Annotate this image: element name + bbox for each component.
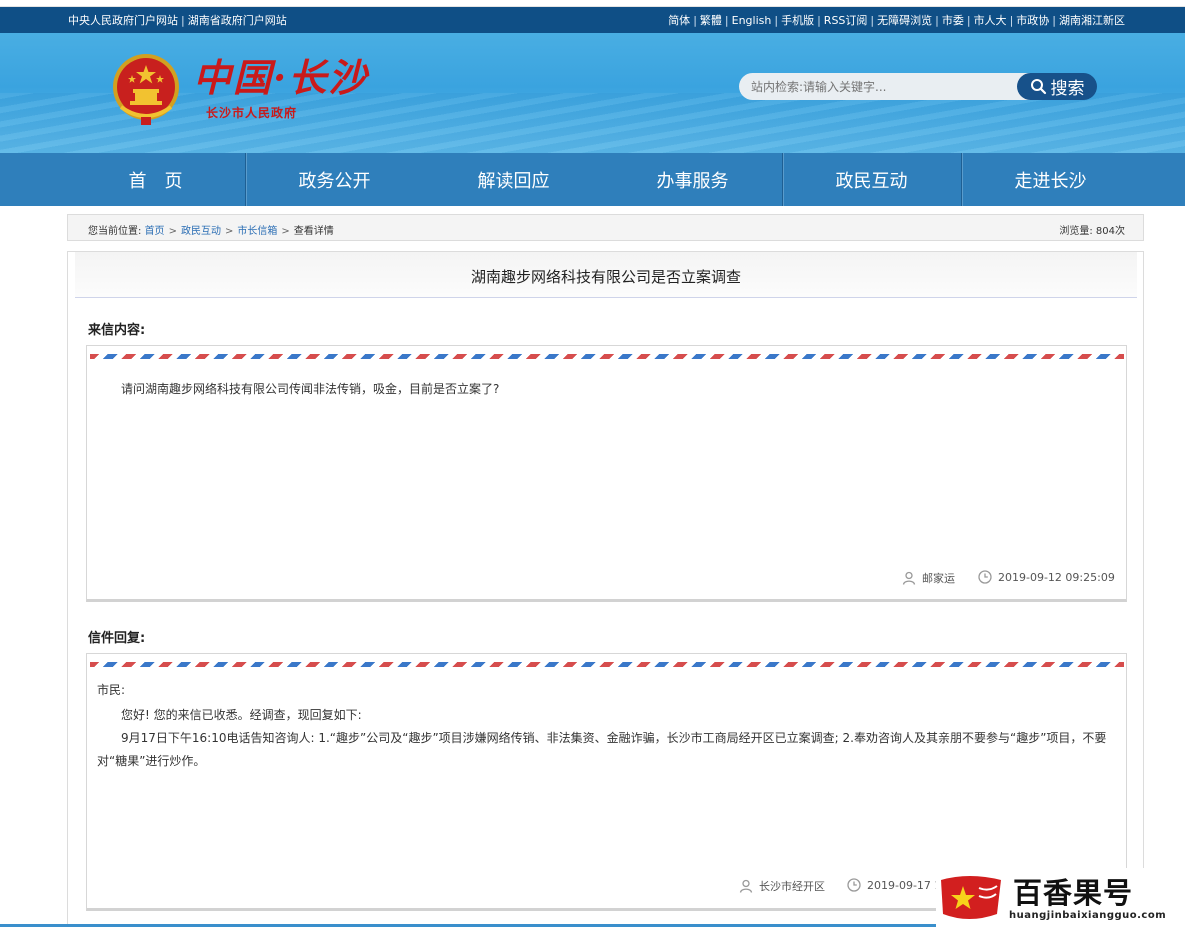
- search-button-label: 搜索: [1050, 79, 1085, 99]
- link-accessibility[interactable]: 无障碍浏览: [877, 14, 932, 27]
- search-icon: [1030, 79, 1046, 95]
- top-left-links: 中央人民政府门户网站 | 湖南省政府门户网站: [68, 14, 287, 27]
- link-cppcc[interactable]: 市政协: [1016, 14, 1049, 27]
- reply-author: 长沙市经开区: [739, 878, 825, 894]
- letter-time: 2019-09-12 09:25:09: [978, 570, 1115, 584]
- breadcrumb: 您当前位置: 首页 > 政民互动 > 市长信箱 > 查看详情 浏览量: 804次: [67, 214, 1144, 241]
- letter-content-label: 来信内容:: [88, 323, 146, 338]
- logo-calligraphy-title: 中国·长沙: [193, 55, 369, 100]
- letter-author: 邮家运: [902, 570, 955, 586]
- watermark-badge: 百香果号 huangjinbaixiangguo.com: [936, 868, 1185, 927]
- letter-content-text: 请问湖南趣步网络科技有限公司传闻非法传销，吸金，目前是否立案了?: [121, 382, 500, 396]
- nav-item-interaction[interactable]: 政民互动: [782, 153, 961, 206]
- letter-detail-panel: 湖南趣步网络科技有限公司是否立案调查 来信内容: 请问湖南趣步网络科技有限公司传…: [67, 251, 1144, 927]
- reply-line-1: 您好! 您的来信已收悉。经调查，现回复如下:: [121, 708, 362, 722]
- view-count: 浏览量: 804次: [1059, 226, 1125, 237]
- breadcrumb-prefix: 您当前位置:: [88, 226, 142, 237]
- logo-subtitle: 长沙市人民政府: [206, 106, 298, 120]
- top-right-links: 简体 | 繁體 | English | 手机版 | RSS订阅 | 无障碍浏览 | 市委 | 市人大 | 市政协…: [668, 14, 1125, 27]
- chevron-right-icon: >: [168, 226, 177, 237]
- airmail-stripe: [90, 662, 1124, 667]
- link-xiangjiang[interactable]: 湖南湘江新区: [1059, 14, 1125, 27]
- browser-top-strip: [0, 0, 1185, 7]
- breadcrumb-trail: 您当前位置: 首页 > 政民互动 > 市长信箱 > 查看详情: [88, 222, 334, 237]
- nav-item-gov-affairs[interactable]: 政务公开: [245, 153, 424, 206]
- link-english[interactable]: English: [732, 14, 772, 27]
- star-flag-logo-icon: [941, 876, 1001, 919]
- link-traditional[interactable]: 繁體: [700, 14, 722, 27]
- chevron-right-icon: >: [281, 226, 290, 237]
- link-party-committee[interactable]: 市委: [942, 14, 964, 27]
- breadcrumb-link-home[interactable]: 首页: [145, 226, 165, 237]
- link-mobile[interactable]: 手机版: [781, 14, 814, 27]
- user-icon: [739, 879, 753, 893]
- link-hunan-gov[interactable]: 湖南省政府门户网站: [188, 14, 287, 27]
- clock-icon: [847, 878, 861, 892]
- link-simplified[interactable]: 简体: [668, 14, 690, 27]
- user-icon: [902, 571, 916, 585]
- breadcrumb-link-interaction[interactable]: 政民互动: [181, 226, 221, 237]
- clock-icon: [978, 570, 992, 584]
- airmail-stripe: [90, 354, 1124, 359]
- reply-label: 信件回复:: [88, 631, 146, 646]
- reply-time: 2019-09-17 17: [847, 878, 948, 892]
- site-search: 搜索: [739, 73, 1097, 100]
- search-input[interactable]: [739, 73, 1035, 100]
- nav-item-interpretation[interactable]: 解读回应: [424, 153, 603, 206]
- nav-item-about-changsha[interactable]: 走进长沙: [961, 153, 1140, 206]
- watermark-title: 百香果号: [1013, 876, 1134, 910]
- nav-item-services[interactable]: 办事服务: [603, 153, 782, 206]
- letter-content-box: 请问湖南趣步网络科技有限公司传闻非法传销，吸金，目前是否立案了? 邮家运 201…: [86, 345, 1127, 602]
- link-rss[interactable]: RSS订阅: [824, 14, 868, 27]
- search-button[interactable]: 搜索: [1017, 73, 1097, 100]
- link-npc[interactable]: 市人大: [974, 14, 1007, 27]
- letter-time-text: 2019-09-12 09:25:09: [998, 570, 1115, 584]
- reply-line-2: 9月17日下午16:10电话告知咨询人: 1.“趣步”公司及“趣步”项目涉嫌网络…: [97, 731, 1107, 768]
- breadcrumb-link-mayor-mailbox[interactable]: 市长信箱: [237, 226, 277, 237]
- letter-title-bar: 湖南趣步网络科技有限公司是否立案调查: [75, 252, 1137, 298]
- header-banner: 中国·长沙 长沙市人民政府 搜索: [0, 33, 1185, 153]
- breadcrumb-current: 查看详情: [293, 226, 334, 237]
- top-link-bar: 中央人民政府门户网站 | 湖南省政府门户网站 简体 | 繁體 | English | 手机版 | R…: [0, 7, 1185, 33]
- chevron-right-icon: >: [224, 226, 234, 237]
- letter-title: 湖南趣步网络科技有限公司是否立案调查: [470, 268, 741, 286]
- watermark-url: huangjinbaixiangguo.com: [1009, 910, 1167, 921]
- reply-greeting: 市民:: [97, 683, 126, 697]
- reply-author-name: 长沙市经开区: [759, 880, 825, 893]
- link-central-gov[interactable]: 中央人民政府门户网站: [68, 14, 178, 27]
- letter-author-name: 邮家运: [922, 572, 955, 585]
- nav-item-home[interactable]: 首 页: [66, 153, 245, 206]
- national-emblem-icon: [113, 54, 179, 125]
- reply-body: 市民: 您好! 您的来信已收悉。经调查，现回复如下: 9月17日下午16:10电…: [97, 679, 1112, 773]
- main-nav: 首 页 政务公开 解读回应 办事服务 政民互动 走进长沙: [0, 153, 1185, 206]
